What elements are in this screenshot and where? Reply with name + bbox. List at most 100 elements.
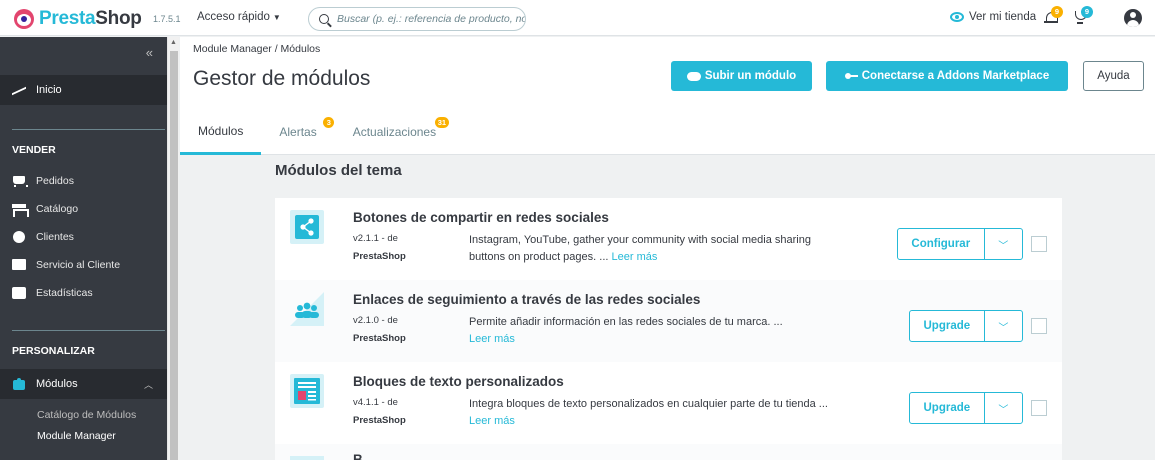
module-card-partial: B [275,444,1062,460]
module-card: Bloques de texto personalizados v4.1.1 -… [275,362,1062,444]
logo-brand-text: Presta [39,8,96,29]
module-select-checkbox[interactable] [1031,236,1047,252]
trophy-badge: 9 [1081,6,1093,18]
sidebar-scrollbar[interactable]: ▲ [167,37,179,460]
caret-down-icon: ▼ [272,13,281,22]
module-name[interactable]: Enlaces de seguimiento a través de las r… [353,292,700,307]
share-icon [290,210,324,244]
module-description-text: Integra bloques de texto personalizados … [469,398,828,410]
quick-access-dropdown[interactable]: Acceso rápido ▼ [197,11,281,23]
module-card: Enlaces de seguimiento a través de las r… [275,280,1062,362]
sidebar-item-label: Clientes [36,231,74,243]
sidebar-item-label: Pedidos [36,175,74,187]
eye-icon [950,12,964,22]
sidebar-item-servicio[interactable]: Servicio al Cliente [0,251,167,279]
scroll-up-icon[interactable]: ▲ [170,39,177,46]
prestashop-logo-icon [14,9,34,29]
module-action-group: Upgrade ﹀ [909,310,1023,342]
upload-module-button[interactable]: Subir un módulo [671,61,812,91]
module-tabs: Módulos Alertas 3 Actualizaciones 31 [180,109,454,155]
module-description: Instagram, YouTube, gather your communit… [469,232,849,266]
chevron-down-icon[interactable]: ﹀ [985,229,1022,259]
addons-connect-label: Conectarse a Addons Marketplace [861,70,1050,82]
upload-module-label: Subir un módulo [704,70,797,82]
logo-suffix-text: Shop [95,8,142,29]
sidebar-subitem-module-manager[interactable]: Module Manager [37,430,116,442]
upgrade-button[interactable]: Upgrade [910,311,985,341]
module-card: Botones de compartir en redes sociales v… [275,198,1062,280]
sidebar-item-label: Servicio al Cliente [36,259,121,271]
search-input[interactable] [337,13,525,25]
chevron-down-icon[interactable]: ﹀ [985,311,1022,341]
sidebar-item-label: Estadísticas [36,287,93,299]
sidebar-item-estadisticas[interactable]: Estadísticas [0,279,167,307]
prestashop-logo[interactable]: PrestaShop [14,8,142,30]
sidebar-item-inicio[interactable]: Inicio [0,75,167,105]
key-icon [844,73,858,79]
stats-icon [12,287,26,299]
trend-icon [12,84,26,96]
sidebar-item-clientes[interactable]: Clientes [0,223,167,251]
section-heading: Módulos del tema [275,162,402,179]
version-label: 1.7.5.1 [153,14,181,24]
collapse-sidebar-icon[interactable]: « [146,45,153,60]
module-name[interactable]: Botones de compartir en redes sociales [353,210,609,225]
quick-access-label: Acceso rápido [197,11,270,23]
tab-alertas[interactable]: Alertas 3 [261,109,335,155]
tab-badge: 31 [434,117,450,128]
sidebar-divider [12,330,165,331]
store-icon [12,203,29,217]
scrollbar-thumb[interactable] [170,51,178,460]
read-more-link[interactable]: Leer más [469,333,515,345]
tab-modulos[interactable]: Módulos [180,109,262,155]
section-title-customize: PERSONALIZAR [12,345,95,357]
read-more-link[interactable]: Leer más [612,251,658,263]
module-action-group: Upgrade ﹀ [909,392,1023,424]
module-author: PrestaShop [353,251,406,262]
user-avatar-icon[interactable] [1124,9,1142,27]
configure-button[interactable]: Configurar [898,229,985,259]
cart-icon [12,175,28,187]
sidebar: « Inicio VENDER Pedidos Catálogo Cliente… [0,37,167,460]
module-author: PrestaShop [353,333,406,344]
sidebar-item-label: Catálogo [36,203,79,215]
help-button[interactable]: Ayuda [1083,61,1144,91]
module-name[interactable]: B [353,452,363,460]
module-author: PrestaShop [353,415,406,426]
people-icon [290,292,324,326]
view-store-link[interactable]: Ver mi tienda [950,11,1036,23]
chevron-down-icon[interactable]: ﹀ [985,393,1022,423]
module-description-text: Permite añadir información en las redes … [469,316,783,328]
module-version: v2.1.1 - de [353,233,398,244]
cloud-upload-icon [686,71,701,81]
sidebar-item-modulos[interactable]: Módulos ︿ [0,369,167,399]
module-icon-partial [290,456,324,460]
sidebar-item-catalogo[interactable]: Catálogo [0,195,167,223]
tab-label: Módulos [198,123,244,138]
read-more-link[interactable]: Leer más [469,415,515,427]
sidebar-item-label: Inicio [36,84,62,96]
view-store-label: Ver mi tienda [969,11,1037,23]
search-box[interactable] [308,7,526,31]
sidebar-subitem-catalogo-modulos[interactable]: Catálogo de Módulos [37,409,136,421]
module-select-checkbox[interactable] [1031,400,1047,416]
module-action-group: Configurar ﹀ [897,228,1023,260]
addons-connect-button[interactable]: Conectarse a Addons Marketplace [826,61,1068,91]
module-select-checkbox[interactable] [1031,318,1047,334]
breadcrumb[interactable]: Module Manager / Módulos [193,43,320,55]
module-name[interactable]: Bloques de texto personalizados [353,374,564,389]
tab-badge: 3 [323,117,335,128]
search-icon[interactable] [319,14,329,24]
tab-actualizaciones[interactable]: Actualizaciones 31 [335,109,454,155]
section-title-sell: VENDER [12,144,56,156]
tab-label: Alertas [279,125,317,139]
puzzle-icon [12,378,26,390]
chevron-up-icon: ︿ [143,379,153,390]
page-header: Module Manager / Módulos Gestor de módul… [180,37,1155,155]
upgrade-button[interactable]: Upgrade [910,393,985,423]
module-description: Permite añadir información en las redes … [469,314,849,348]
chat-icon [12,259,26,271]
module-description: Integra bloques de texto personalizados … [469,396,849,430]
sidebar-item-label: Módulos [36,378,78,390]
sidebar-item-pedidos[interactable]: Pedidos [0,167,167,195]
